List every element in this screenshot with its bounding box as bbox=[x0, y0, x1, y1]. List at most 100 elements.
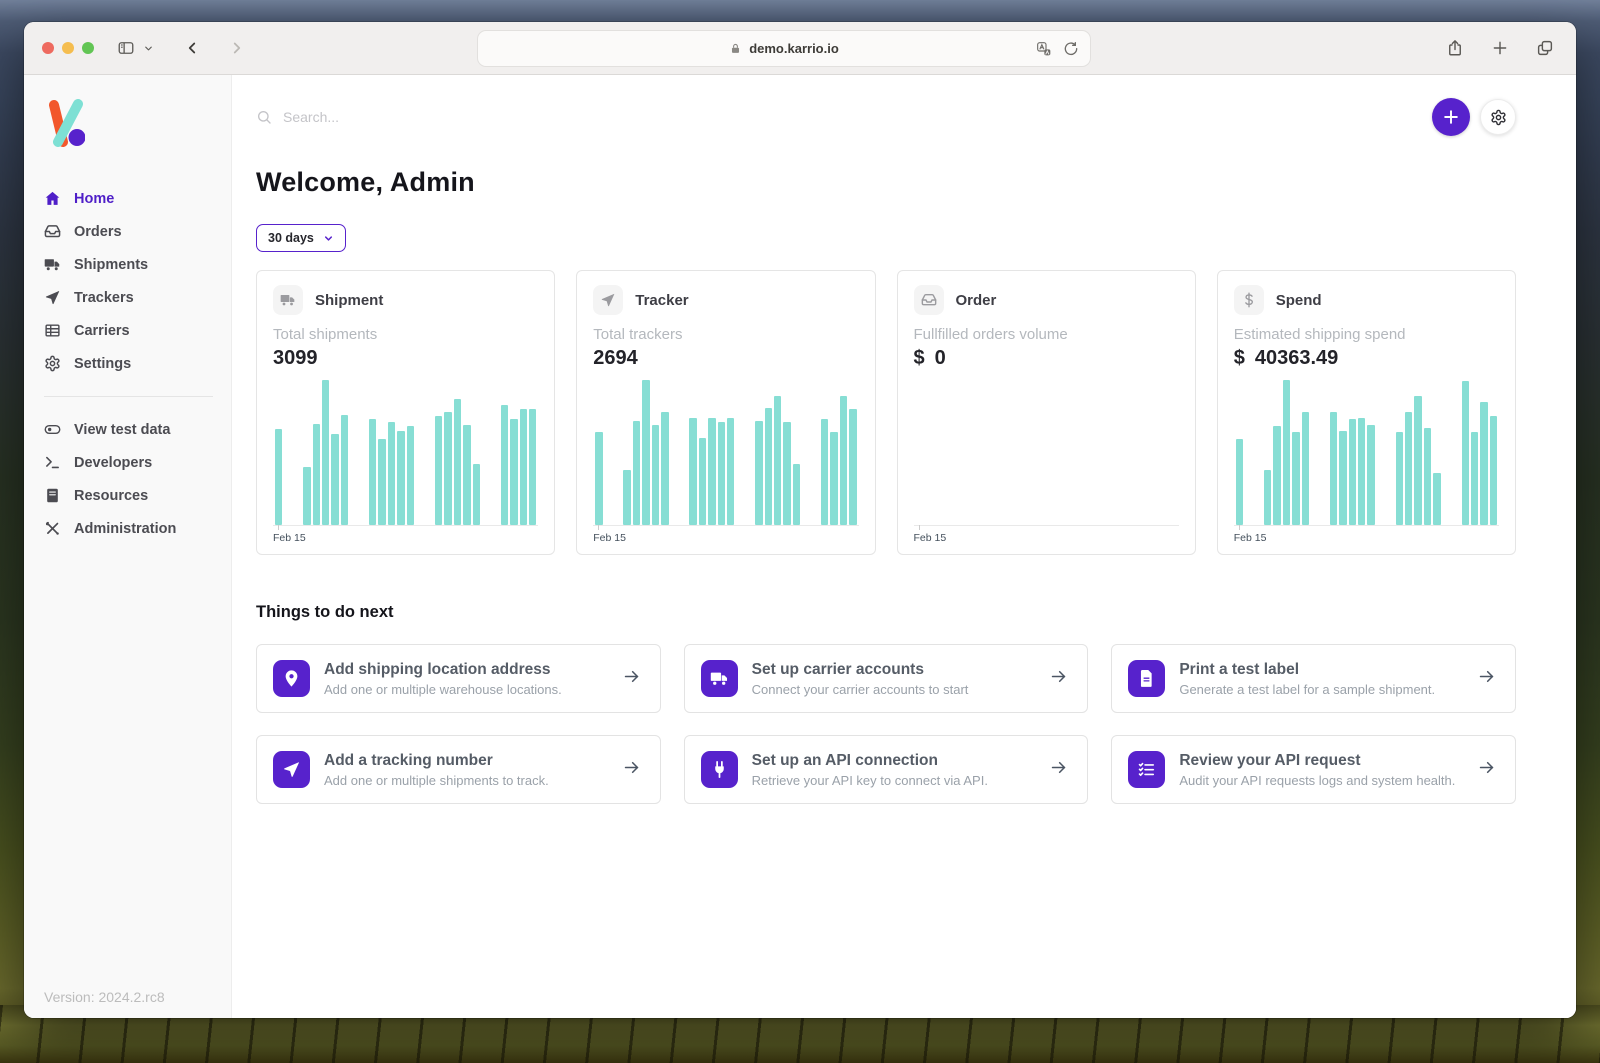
search-input[interactable] bbox=[281, 108, 611, 126]
todo-card-title: Print a test label bbox=[1179, 660, 1435, 679]
inbox-icon bbox=[914, 285, 944, 315]
todo-card-text: Review your API request Audit your API re… bbox=[1179, 751, 1455, 788]
chart-slot bbox=[1452, 380, 1459, 525]
sidebar-item-shipments[interactable]: Shipments bbox=[44, 248, 213, 281]
chart-bar bbox=[388, 422, 395, 525]
inbox-icon bbox=[44, 223, 61, 240]
sidebar-item-settings[interactable]: Settings bbox=[44, 347, 213, 380]
back-button[interactable] bbox=[182, 39, 201, 58]
chart-bar bbox=[652, 425, 659, 525]
sidebar-item-home[interactable]: Home bbox=[44, 182, 213, 215]
chart-slot bbox=[1396, 380, 1403, 525]
expand-window-button[interactable] bbox=[82, 42, 94, 54]
stat-card-chart bbox=[593, 380, 858, 526]
karrio-logo[interactable] bbox=[48, 99, 213, 152]
sidebar-item-carriers[interactable]: Carriers bbox=[44, 314, 213, 347]
chart-slot bbox=[671, 380, 678, 525]
chart-bar bbox=[1424, 428, 1431, 525]
todo-card-subtitle: Connect your carrier accounts to start bbox=[752, 682, 969, 697]
chart-bar bbox=[821, 419, 828, 525]
sidebar-item-resources[interactable]: Resources bbox=[44, 479, 213, 512]
chart-bar bbox=[830, 432, 837, 525]
chart-slot bbox=[793, 380, 800, 525]
sidebar-item-label: Settings bbox=[74, 356, 131, 372]
forward-button[interactable] bbox=[227, 39, 246, 58]
chart-slot bbox=[416, 380, 423, 525]
chart-bar bbox=[718, 422, 725, 525]
share-icon[interactable] bbox=[1445, 39, 1464, 58]
sidebar-item-view-test-data[interactable]: View test data bbox=[44, 413, 213, 446]
chart-slot bbox=[303, 380, 310, 525]
chart-bar bbox=[341, 415, 348, 525]
todo-card-print-a-test-label[interactable]: Print a test labelGenerate a test label … bbox=[1111, 644, 1516, 713]
todo-card-add-a-tracking-number[interactable]: Add a tracking numberAdd one or multiple… bbox=[256, 735, 661, 804]
sidebar-item-administration[interactable]: Administration bbox=[44, 512, 213, 545]
close-window-button[interactable] bbox=[42, 42, 54, 54]
todo-card-set-up-carrier-accounts[interactable]: Set up carrier accountsConnect your carr… bbox=[684, 644, 1089, 713]
stat-card-chart bbox=[914, 380, 1179, 526]
chart-slot bbox=[614, 380, 621, 525]
chart-slot bbox=[1358, 380, 1365, 525]
chart-slot bbox=[1414, 380, 1421, 525]
chart-slot bbox=[510, 380, 517, 525]
todo-card-review-your-api-request[interactable]: Review your API request Audit your API re… bbox=[1111, 735, 1516, 804]
stat-card-chart bbox=[273, 380, 538, 526]
chart-slot bbox=[1386, 380, 1393, 525]
chart-bar bbox=[642, 380, 649, 525]
todo-card-title: Set up an API connection bbox=[752, 751, 988, 770]
chart-bar bbox=[1462, 381, 1469, 525]
stat-card-header: Order bbox=[914, 285, 1179, 315]
stat-card-header: Spend bbox=[1234, 285, 1499, 315]
sidebar-item-label: Trackers bbox=[74, 290, 134, 306]
sidebar-item-developers[interactable]: Developers bbox=[44, 446, 213, 479]
todo-card-set-up-an-api-connection[interactable]: Set up an API connectionRetrieve your AP… bbox=[684, 735, 1089, 804]
chart-bar bbox=[1471, 432, 1478, 525]
chart-slot bbox=[473, 380, 480, 525]
sidebar-item-label: Orders bbox=[74, 224, 122, 240]
axis-tick bbox=[598, 525, 599, 530]
truck-icon bbox=[44, 256, 61, 273]
chart-slot bbox=[275, 380, 282, 525]
todo-card-text: Add shipping location addressAdd one or … bbox=[324, 660, 562, 697]
new-tab-icon[interactable] bbox=[1490, 39, 1509, 58]
arrow-right-icon bbox=[1477, 667, 1497, 691]
sidebar-item-label: Administration bbox=[74, 521, 176, 537]
todo-card-subtitle: Audit your API requests logs and system … bbox=[1179, 773, 1455, 788]
sidebar-toggle-icon[interactable] bbox=[116, 39, 135, 58]
period-value: 30 days bbox=[268, 231, 314, 245]
sidebar-item-trackers[interactable]: Trackers bbox=[44, 281, 213, 314]
chart-slot bbox=[727, 380, 734, 525]
chart-bar bbox=[633, 421, 640, 525]
chart-slot bbox=[1255, 380, 1262, 525]
todo-card-text: Print a test labelGenerate a test label … bbox=[1179, 660, 1435, 697]
todo-card-title: Review your API request bbox=[1179, 751, 1455, 770]
chart-slot bbox=[1311, 380, 1318, 525]
period-select[interactable]: 30 days bbox=[256, 224, 346, 252]
window-controls bbox=[42, 42, 94, 54]
chart-slot bbox=[1292, 380, 1299, 525]
axis-tick bbox=[1239, 525, 1240, 530]
chart-slot bbox=[1471, 380, 1478, 525]
sidebar-item-orders[interactable]: Orders bbox=[44, 215, 213, 248]
app-body: Home Orders Shipments Trackers Carriers Setti… bbox=[24, 75, 1576, 1018]
create-button[interactable] bbox=[1432, 98, 1470, 136]
chart-slot bbox=[642, 380, 649, 525]
chart-slot bbox=[463, 380, 470, 525]
chart-slot bbox=[1283, 380, 1290, 525]
address-bar[interactable]: demo.karrio.io bbox=[477, 30, 1091, 67]
settings-button[interactable] bbox=[1480, 99, 1516, 135]
reload-icon[interactable] bbox=[1061, 39, 1080, 58]
stat-card-subtitle: Fullfilled orders volume bbox=[914, 326, 1179, 343]
chevron-down-icon[interactable] bbox=[139, 39, 158, 58]
tab-overview-icon[interactable] bbox=[1535, 39, 1554, 58]
main-topbar bbox=[256, 97, 1516, 137]
search-icon bbox=[256, 109, 272, 125]
todo-card-add-shipping-location-address[interactable]: Add shipping location addressAdd one or … bbox=[256, 644, 661, 713]
arrow-right-icon bbox=[1049, 667, 1069, 691]
chart-slot bbox=[633, 380, 640, 525]
gear-icon bbox=[1490, 109, 1507, 126]
minimize-window-button[interactable] bbox=[62, 42, 74, 54]
translate-icon[interactable] bbox=[1034, 39, 1053, 58]
navigation-icon bbox=[44, 289, 61, 306]
chart-slot bbox=[491, 380, 498, 525]
